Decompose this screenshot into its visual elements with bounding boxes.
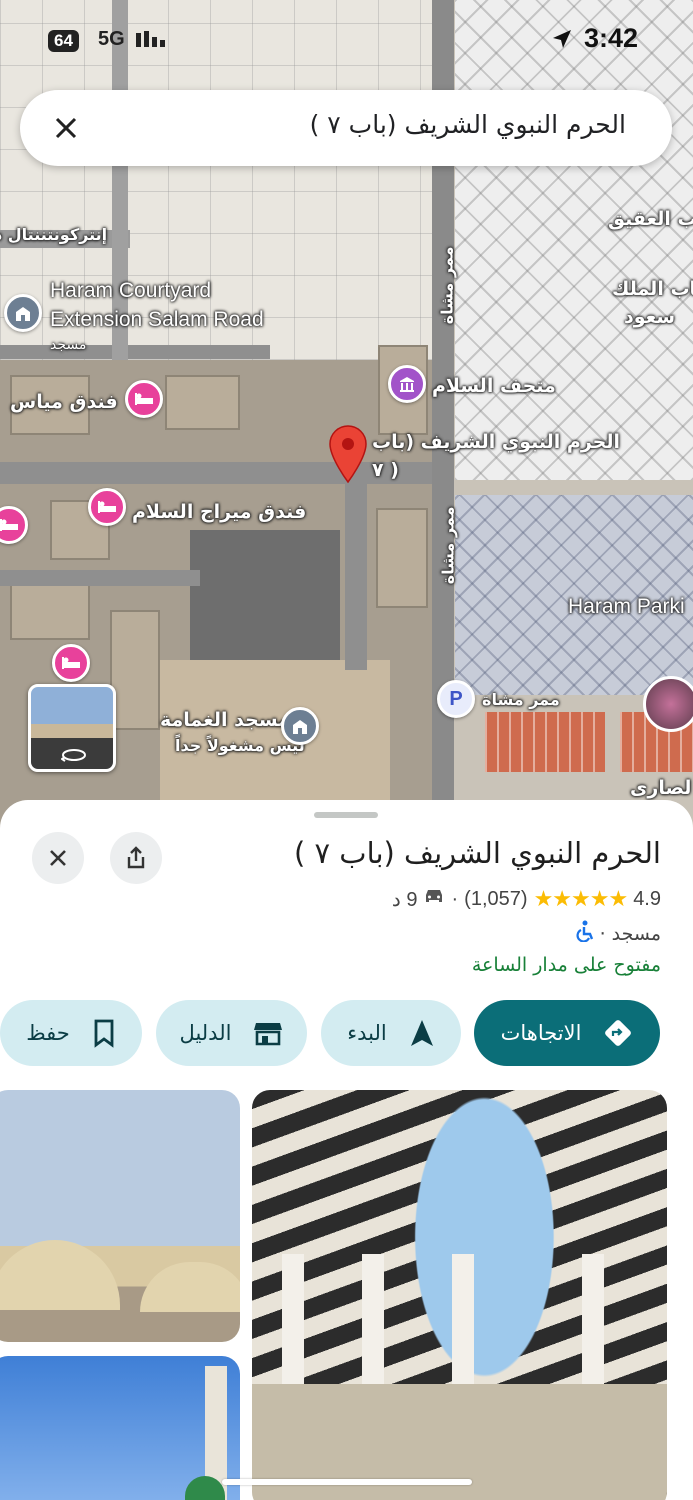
directions-button[interactable]: الاتجاهات	[474, 1000, 660, 1066]
close-sheet-button[interactable]	[32, 832, 84, 884]
save-button[interactable]: حفظ	[0, 1000, 142, 1066]
location-arrow-icon	[551, 28, 573, 54]
navigation-arrow-icon	[410, 1020, 433, 1046]
search-query[interactable]: الحرم النبوي الشريف (باب ٧ )	[310, 110, 626, 139]
street-view-thumbnail[interactable]	[28, 684, 116, 772]
home-indicator[interactable]	[222, 1479, 472, 1485]
place-bottom-sheet[interactable]: الحرم النبوي الشريف (باب ٧ ) 4.9 ★★★★★ (…	[0, 800, 693, 1500]
parking-letter: P	[449, 687, 463, 710]
map-label-king-saud-line2[interactable]: سعود	[624, 305, 675, 330]
status-bar: 64 5G 3:42	[0, 20, 693, 60]
directions-icon	[605, 1020, 632, 1046]
map-label-ghamama[interactable]: مسجد الغمامة	[160, 708, 290, 733]
share-button[interactable]	[110, 832, 162, 884]
review-count[interactable]: (1,057)	[464, 888, 527, 911]
museum-poi-icon[interactable]	[388, 365, 426, 403]
selected-location-pin-icon[interactable]	[328, 424, 368, 490]
place-photo-main[interactable]	[252, 1090, 667, 1500]
directions-label: الاتجاهات	[500, 1021, 582, 1045]
photo-poi-icon[interactable]	[643, 676, 693, 732]
search-bar[interactable]: الحرم النبوي الشريف (باب ٧ )	[20, 90, 672, 166]
building	[10, 580, 90, 640]
car-icon	[423, 887, 445, 911]
building	[376, 508, 428, 608]
building	[165, 375, 240, 430]
status-badge: 64	[48, 30, 79, 52]
map-label-aqiq-gate[interactable]: باب العقيق	[608, 207, 693, 232]
map-label-courtyard-line1[interactable]: Haram Courtyard	[50, 277, 211, 304]
road	[0, 345, 270, 359]
hotel-poi-icon[interactable]	[52, 644, 90, 682]
map-label-walkway: ممر مشاة	[482, 690, 560, 709]
photo-dome	[140, 1262, 240, 1312]
red-roof	[485, 712, 605, 772]
building	[110, 610, 160, 730]
wheelchair-icon	[574, 920, 594, 947]
haram-roof-tiles	[455, 0, 693, 480]
parking-poi-icon[interactable]: P	[437, 680, 475, 718]
map-label-haram-parking[interactable]: Haram Parki	[568, 593, 685, 620]
place-photo-minaret[interactable]	[0, 1356, 240, 1500]
network-type: 5G	[98, 28, 125, 50]
mosque-poi-icon[interactable]	[281, 707, 319, 745]
directory-label: الدليل	[179, 1021, 232, 1045]
rating-stars: ★★★★★	[533, 886, 629, 911]
photo-column	[582, 1254, 604, 1384]
maps-app: إنتركونتننتال د Haram Courtyard Extensio…	[0, 0, 693, 1500]
parking-lot	[190, 530, 340, 670]
close-icon	[55, 117, 77, 139]
rating-row[interactable]: 4.9 ★★★★★ (1,057) · 9 د	[392, 886, 661, 912]
map-label-pin-line2[interactable]: ٧ )	[372, 458, 399, 483]
rating-value: 4.9	[633, 887, 661, 910]
separator: ·	[451, 887, 459, 910]
clock: 3:42	[583, 23, 638, 53]
map-label-intercontinental: إنتركونتننتال د	[0, 225, 108, 244]
map-label-meraj-hotel[interactable]: فندق ميراج السلام	[132, 500, 306, 525]
photo-dome	[0, 1240, 120, 1310]
map-label-ansari: لصارى	[630, 777, 692, 799]
hotel-poi-icon[interactable]	[125, 380, 163, 418]
place-photo-domes[interactable]	[0, 1090, 240, 1342]
signal-icon	[136, 29, 168, 51]
map-label-pin-line1[interactable]: الحرم النبوي الشريف (باب	[372, 430, 620, 455]
map-label-courtyard-category: مسجد	[50, 337, 87, 353]
photo-column	[282, 1254, 304, 1384]
share-icon	[127, 846, 145, 869]
close-search-button[interactable]	[44, 106, 88, 150]
opening-hours: مفتوح على مدار الساعة	[471, 954, 661, 976]
map-label-museum[interactable]: متحف السلام	[432, 374, 556, 399]
category-row: مسجد ·	[574, 920, 661, 947]
photo-column	[452, 1254, 474, 1384]
map-label-king-saud-line1[interactable]: باب الملك	[612, 277, 693, 302]
satellite-map[interactable]: إنتركونتننتال د Haram Courtyard Extensio…	[0, 0, 693, 830]
place-category: مسجد	[611, 922, 661, 945]
map-label-mayas-hotel[interactable]: فندق مياس	[10, 390, 118, 415]
sheet-drag-handle[interactable]	[314, 812, 378, 818]
road	[345, 480, 367, 670]
hotel-poi-icon[interactable]	[88, 488, 126, 526]
separator: ·	[599, 922, 606, 945]
photo-column	[362, 1254, 384, 1384]
close-icon	[50, 850, 66, 866]
storefront-icon	[254, 1023, 283, 1046]
rotate-360-icon	[60, 747, 87, 762]
bookmark-icon	[94, 1019, 114, 1048]
start-label: البدء	[347, 1021, 387, 1045]
place-title: الحرم النبوي الشريف (باب ٧ )	[293, 836, 661, 870]
save-label: حفظ	[26, 1021, 70, 1045]
start-button[interactable]: البدء	[321, 1000, 461, 1066]
road	[0, 570, 200, 586]
map-label-courtyard-line2[interactable]: Extension Salam Road	[50, 306, 264, 333]
directory-button[interactable]: الدليل	[156, 1000, 307, 1066]
mosque-poi-icon[interactable]	[4, 294, 42, 332]
drive-time: 9 د	[391, 888, 418, 911]
map-label-walkway: ممر مشاة	[438, 506, 458, 585]
map-label-walkway: ممر مشاة	[437, 246, 457, 325]
